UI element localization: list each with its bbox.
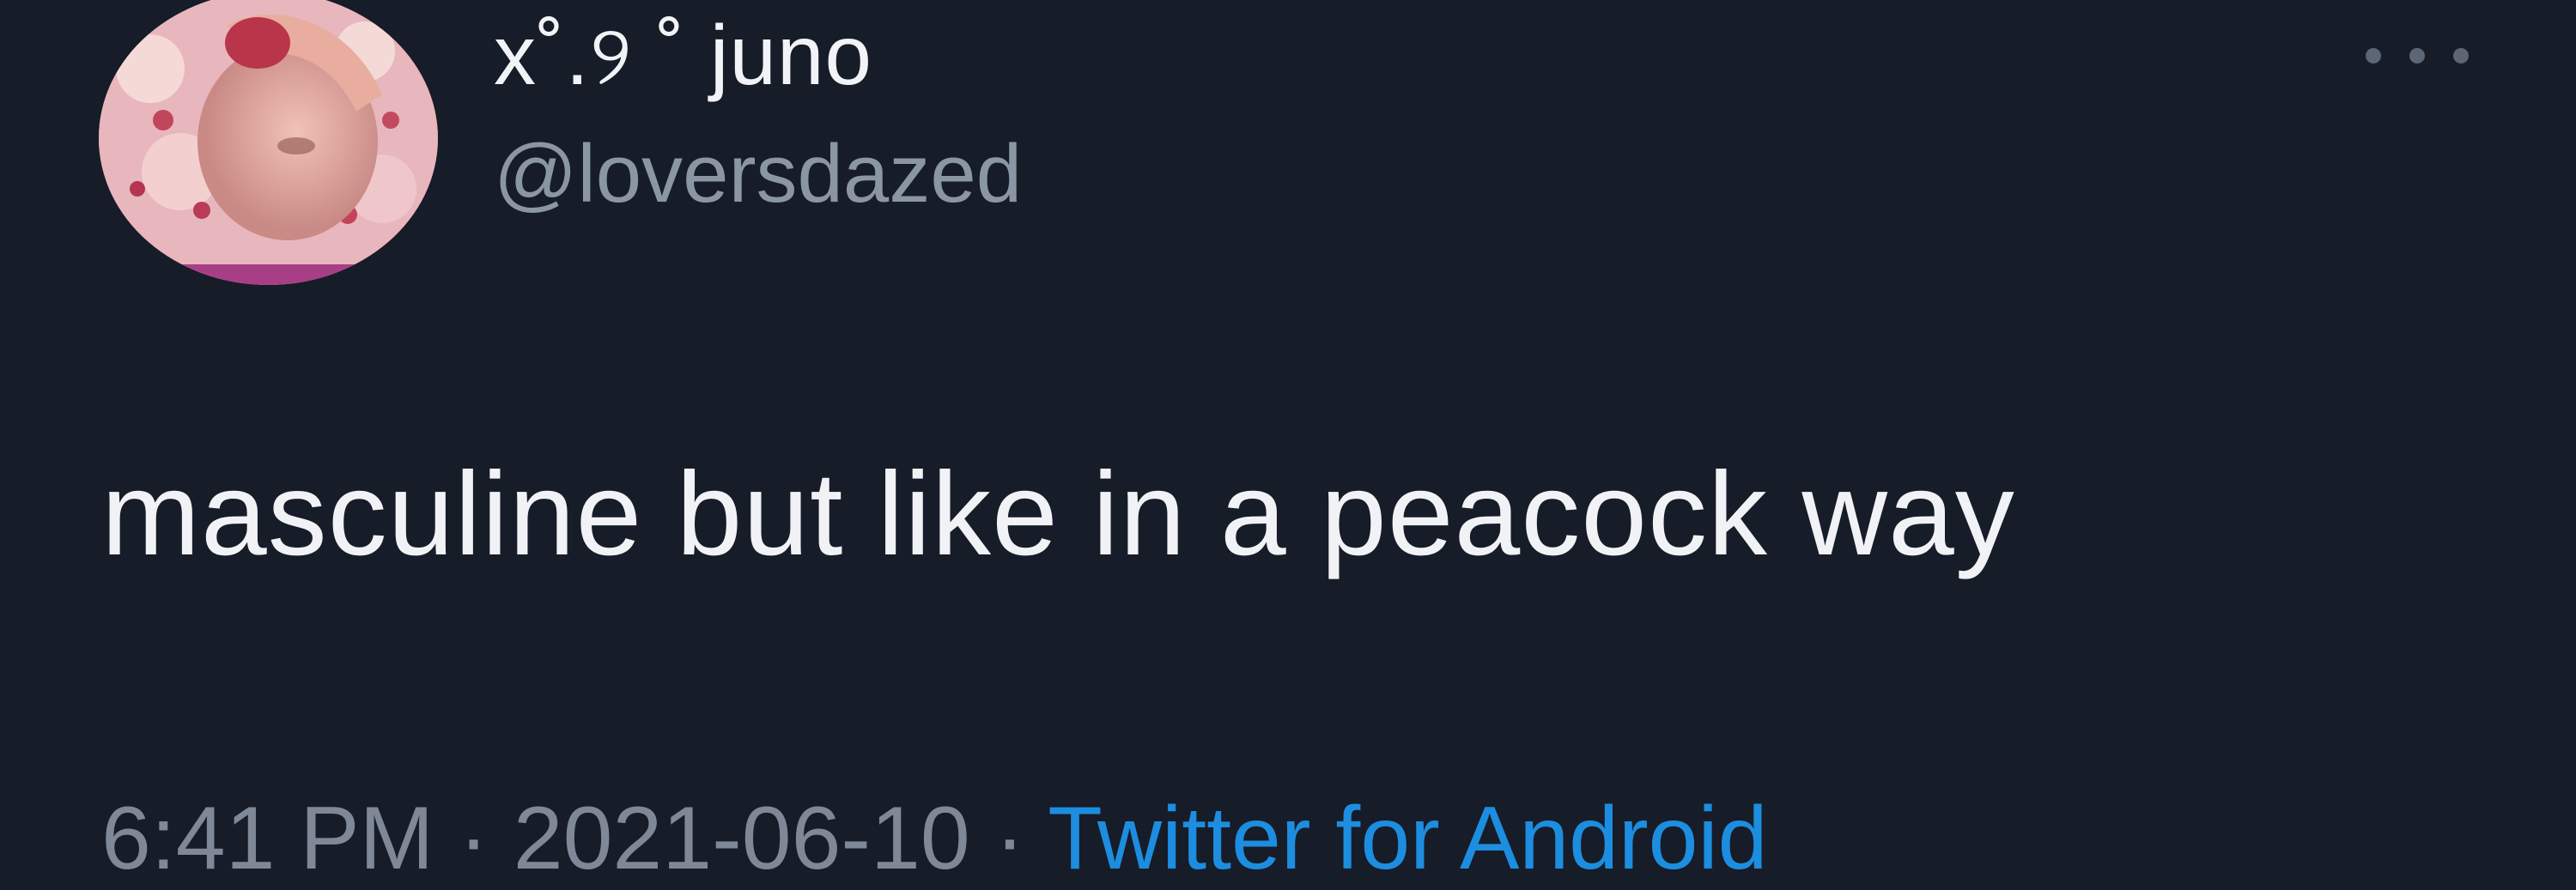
- display-name[interactable]: x˚.୨ ˚ juno: [494, 7, 872, 106]
- tweet-time[interactable]: 6:41 PM: [101, 789, 434, 888]
- avatar[interactable]: [99, 0, 438, 285]
- user-handle[interactable]: @loversdazed: [494, 127, 1022, 221]
- tweet-date[interactable]: 2021-06-10: [513, 789, 970, 888]
- meta-separator: ·: [434, 789, 513, 888]
- tweet-text: masculine but like in a peacock way: [101, 448, 2015, 580]
- tweet-meta: 6:41 PM · 2021-06-10 · Twitter for Andro…: [101, 788, 1767, 890]
- more-dot: [2366, 48, 2381, 64]
- more-horizontal-icon[interactable]: [2366, 39, 2469, 73]
- tweet-card: x˚.୨ ˚ juno @loversdazed masculine but l…: [0, 0, 2576, 888]
- more-dot: [2409, 48, 2425, 64]
- meta-separator: ·: [969, 789, 1048, 888]
- profile-photo: [99, 0, 438, 285]
- more-dot: [2453, 48, 2469, 64]
- tweet-source[interactable]: Twitter for Android: [1048, 789, 1767, 888]
